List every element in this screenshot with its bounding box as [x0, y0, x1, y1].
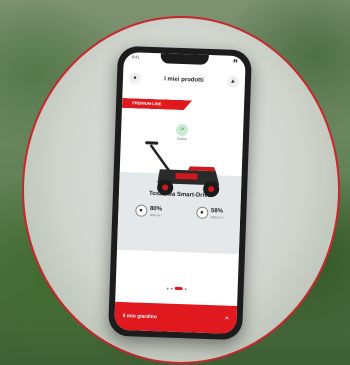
battery-label: Batteria 1 [149, 212, 163, 217]
premium-banner: PREMIUM-LINE [122, 98, 192, 110]
status-time: 9:41 [131, 54, 140, 60]
page-dot[interactable] [184, 287, 187, 290]
phone-frame: 9:41 ▮▮ ● I miei prodotti ▲ PREMIUM-LINE… [107, 45, 253, 341]
page-dot[interactable] [166, 287, 169, 290]
battery-value: 80% [149, 205, 163, 212]
garden-label: Il mio giardino [122, 313, 157, 321]
battery-icon: ■ [195, 206, 209, 219]
battery-stat-1: ■ 80% Batteria 1 [134, 204, 163, 217]
status-indicators: ▮▮ [233, 57, 238, 63]
page-dot[interactable] [170, 287, 173, 290]
wifi-icon: ≈ [176, 123, 189, 136]
battery-icon: ■ [134, 204, 148, 217]
garden-drawer-bar[interactable]: Il mio giardino ^ [114, 301, 238, 335]
phone-notch [160, 53, 209, 65]
battery-stat-2: ■ 58% Batteria 2 [195, 206, 224, 220]
chevron-up-icon[interactable]: ^ [225, 317, 229, 323]
user-icon[interactable]: ● [128, 72, 142, 85]
page-dot-active[interactable] [174, 286, 183, 291]
phone-screen: 9:41 ▮▮ ● I miei prodotti ▲ PREMIUM-LINE… [114, 51, 246, 335]
bell-icon[interactable]: ▲ [226, 75, 240, 88]
app-header: ● I miei prodotti ▲ [123, 66, 246, 94]
battery-value: 58% [210, 207, 224, 215]
pagination-dots[interactable] [116, 285, 238, 292]
page-title: I miei prodotti [164, 76, 204, 84]
battery-label: Batteria 2 [210, 214, 224, 220]
